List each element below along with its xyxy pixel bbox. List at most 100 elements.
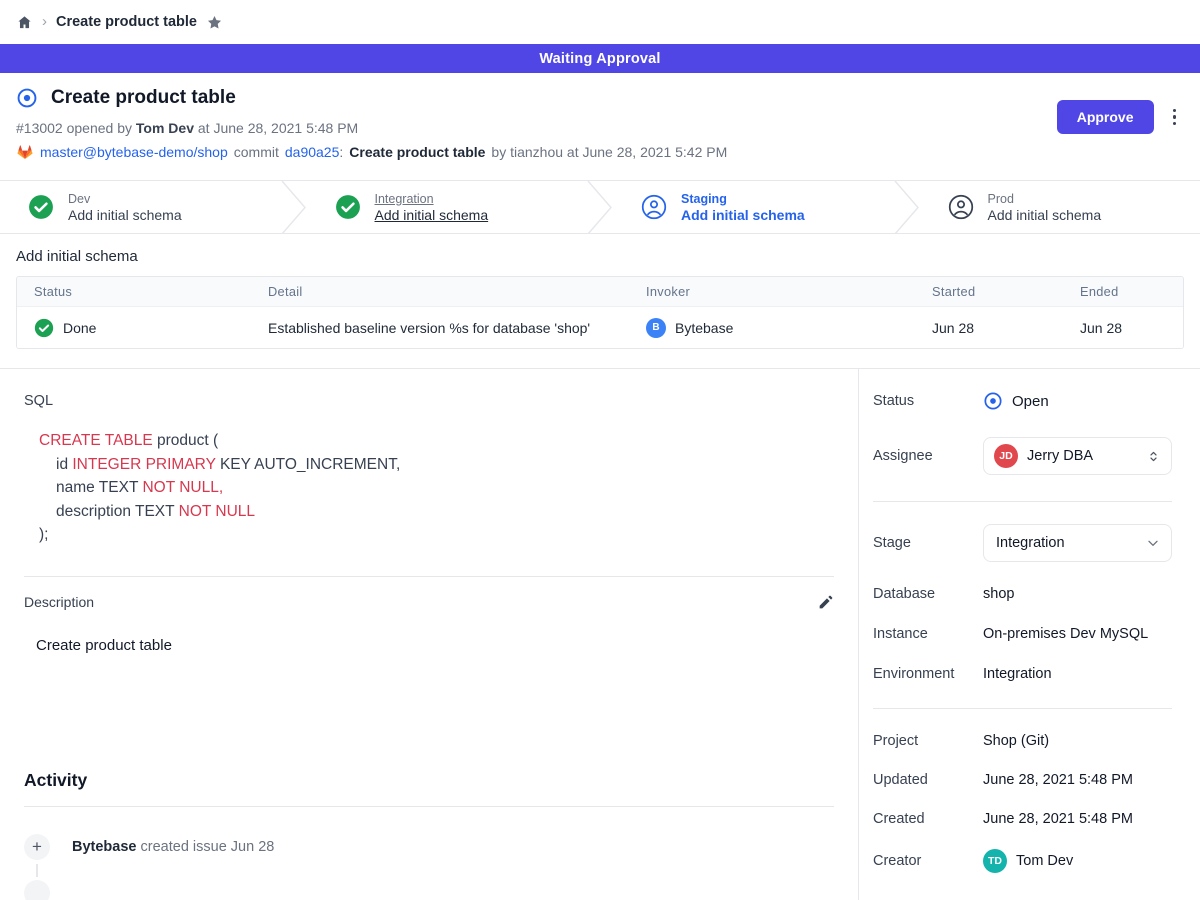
breadcrumb-page-title[interactable]: Create product table bbox=[56, 14, 197, 30]
more-actions-icon[interactable] bbox=[1171, 107, 1179, 128]
sidebar-divider bbox=[873, 708, 1172, 709]
creator-label: Creator bbox=[873, 853, 983, 869]
pipeline-stage-dev[interactable]: Dev Add initial schema bbox=[0, 181, 281, 233]
column-ended: Ended bbox=[1063, 284, 1183, 299]
issue-id-text: #13002 opened by bbox=[16, 120, 136, 136]
task-section: Add initial schema Status Detail Invoker… bbox=[0, 234, 1200, 368]
stage-row: Stage Integration bbox=[873, 524, 1172, 562]
commit-message: Create product table bbox=[349, 144, 485, 160]
breadcrumb: › Create product table bbox=[0, 0, 1200, 44]
description-label: Description bbox=[24, 594, 94, 610]
database-value[interactable]: shop bbox=[983, 586, 1014, 602]
stage-done-icon bbox=[28, 194, 54, 220]
commit-line: master@bytebase-demo/shop commit da90a25… bbox=[16, 143, 1184, 161]
creator-avatar: TD bbox=[983, 849, 1007, 873]
stage-task-label: Add initial schema bbox=[68, 207, 182, 223]
database-label: Database bbox=[873, 586, 983, 602]
issue-meta: #13002 opened by Tom Dev at June 28, 202… bbox=[16, 120, 1184, 136]
stage-task-label: Add initial schema bbox=[988, 207, 1102, 223]
column-status: Status bbox=[17, 284, 251, 299]
activity-timeline bbox=[36, 864, 38, 877]
created-label: Created bbox=[873, 811, 983, 827]
status-row: Status Open bbox=[873, 391, 1172, 411]
pipeline-stage-prod[interactable]: Prod Add initial schema bbox=[920, 181, 1200, 233]
activity-actor: Bytebase bbox=[72, 839, 136, 855]
task-status-text: Done bbox=[63, 320, 96, 336]
star-icon[interactable] bbox=[206, 14, 223, 31]
assignee-row: Assignee JD Jerry DBA bbox=[873, 437, 1172, 475]
breadcrumb-separator: › bbox=[42, 13, 47, 30]
sql-label: SQL bbox=[24, 393, 834, 409]
pipeline: Dev Add initial schema Integration Add i… bbox=[0, 180, 1200, 234]
status-label: Status bbox=[873, 393, 983, 409]
stage-separator bbox=[894, 181, 920, 234]
updated-value: June 28, 2021 5:48 PM bbox=[983, 772, 1133, 788]
assignee-avatar: JD bbox=[994, 444, 1018, 468]
activity-action: created issue Jun 28 bbox=[136, 839, 274, 855]
pipeline-stage-integration[interactable]: Integration Add initial schema bbox=[307, 181, 588, 233]
open-status-icon bbox=[983, 391, 1003, 411]
activity-next-node bbox=[24, 880, 50, 900]
stage-separator bbox=[281, 181, 307, 234]
stage-select[interactable]: Integration bbox=[983, 524, 1172, 562]
description-body[interactable]: Create product table bbox=[24, 637, 834, 654]
issue-author: Tom Dev bbox=[136, 120, 194, 136]
status-banner-text: Waiting Approval bbox=[539, 51, 660, 67]
stage-task-label: Add initial schema bbox=[681, 207, 805, 223]
commit-word: commit bbox=[234, 144, 279, 160]
instance-value[interactable]: On-premises Dev MySQL bbox=[983, 626, 1148, 642]
select-updown-icon bbox=[1146, 449, 1161, 464]
invoker-avatar: B bbox=[646, 318, 666, 338]
task-table: Status Detail Invoker Started Ended Done… bbox=[16, 276, 1184, 349]
task-ended: Jun 28 bbox=[1063, 320, 1183, 336]
assignee-name: Jerry DBA bbox=[1027, 448, 1093, 464]
commit-branch-link[interactable]: master@bytebase-demo/shop bbox=[40, 144, 228, 160]
commit-hash-link[interactable]: da90a25 bbox=[285, 144, 340, 160]
stage-pending-icon bbox=[948, 194, 974, 220]
created-value: June 28, 2021 5:48 PM bbox=[983, 811, 1133, 827]
sql-statement: CREATE TABLE product ( id INTEGER PRIMAR… bbox=[39, 429, 834, 547]
activity-divider bbox=[24, 806, 834, 807]
stage-separator bbox=[587, 181, 613, 234]
issue-time: at June 28, 2021 5:48 PM bbox=[194, 120, 358, 136]
database-row: Database shop bbox=[873, 586, 1172, 602]
activity-item: + Bytebase created issue Jun 28 bbox=[24, 834, 834, 860]
assignee-select[interactable]: JD Jerry DBA bbox=[983, 437, 1172, 475]
pipeline-stage-staging[interactable]: Staging Add initial schema bbox=[613, 181, 894, 233]
column-invoker: Invoker bbox=[629, 284, 915, 299]
project-row: Project Shop (Git) bbox=[873, 733, 1172, 749]
commit-byline: by tianzhou at June 28, 2021 5:42 PM bbox=[491, 144, 727, 160]
task-table-header: Status Detail Invoker Started Ended bbox=[17, 277, 1183, 307]
stage-env-label: Dev bbox=[68, 192, 182, 206]
activity-heading: Activity bbox=[24, 770, 834, 791]
stage-task-label[interactable]: Add initial schema bbox=[375, 207, 489, 223]
issue-sidebar: Status Open Assignee JD Jerry DBA Stage bbox=[858, 369, 1200, 900]
home-icon[interactable] bbox=[16, 14, 33, 31]
created-row: Created June 28, 2021 5:48 PM bbox=[873, 811, 1172, 827]
project-value[interactable]: Shop (Git) bbox=[983, 733, 1049, 749]
edit-description-icon[interactable] bbox=[817, 594, 834, 611]
activity-create-icon: + bbox=[24, 834, 50, 860]
task-detail-text: Established baseline version %s for data… bbox=[251, 320, 629, 336]
column-started: Started bbox=[915, 284, 1063, 299]
creator-row: Creator TD Tom Dev bbox=[873, 849, 1172, 873]
issue-header: Create product table Approve #13002 open… bbox=[0, 73, 1200, 180]
creator-name: Tom Dev bbox=[1016, 853, 1073, 869]
stage-env-label[interactable]: Integration bbox=[375, 192, 489, 206]
task-heading: Add initial schema bbox=[16, 248, 1184, 265]
environment-row: Environment Integration bbox=[873, 666, 1172, 682]
issue-detail-panel: SQL CREATE TABLE product ( id INTEGER PR… bbox=[0, 369, 858, 900]
gitlab-icon bbox=[16, 143, 34, 161]
project-label: Project bbox=[873, 733, 983, 749]
stage-done-icon bbox=[335, 194, 361, 220]
environment-value: Integration bbox=[983, 666, 1052, 682]
status-banner: Waiting Approval bbox=[0, 44, 1200, 73]
activity-section: Activity + Bytebase created issue Jun 28 bbox=[24, 770, 834, 900]
chevron-down-icon bbox=[1145, 535, 1161, 551]
approve-button[interactable]: Approve bbox=[1057, 100, 1154, 134]
table-row[interactable]: Done Established baseline version %s for… bbox=[17, 307, 1183, 348]
done-check-icon bbox=[34, 318, 54, 338]
open-issue-icon bbox=[16, 87, 38, 109]
stage-label: Stage bbox=[873, 535, 983, 551]
instance-label: Instance bbox=[873, 626, 983, 642]
